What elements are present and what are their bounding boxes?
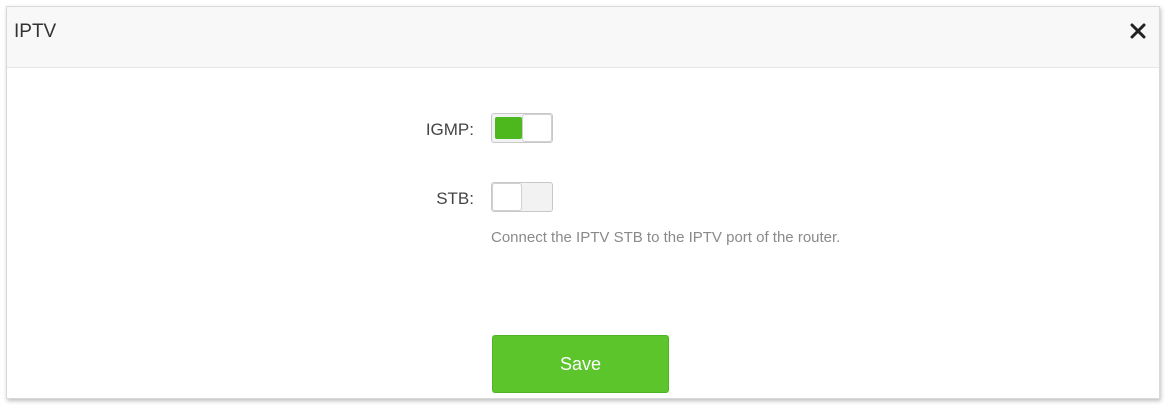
igmp-toggle[interactable] (491, 113, 553, 143)
toggle-knob (492, 183, 522, 211)
toggle-fill (495, 117, 522, 139)
close-icon[interactable] (1127, 20, 1149, 42)
dialog-title: IPTV (14, 21, 57, 42)
stb-toggle[interactable] (491, 182, 553, 212)
iptv-dialog: IPTV IGMP: STB: Connect the IPTV STB to … (6, 6, 1160, 399)
stb-label: STB: (436, 189, 474, 208)
igmp-label: IGMP: (425, 120, 474, 139)
save-button[interactable]: Save (492, 335, 669, 393)
dialog-header: IPTV (7, 7, 1159, 68)
stb-hint-text: Connect the IPTV STB to the IPTV port of… (491, 229, 841, 246)
toggle-knob (522, 114, 552, 142)
